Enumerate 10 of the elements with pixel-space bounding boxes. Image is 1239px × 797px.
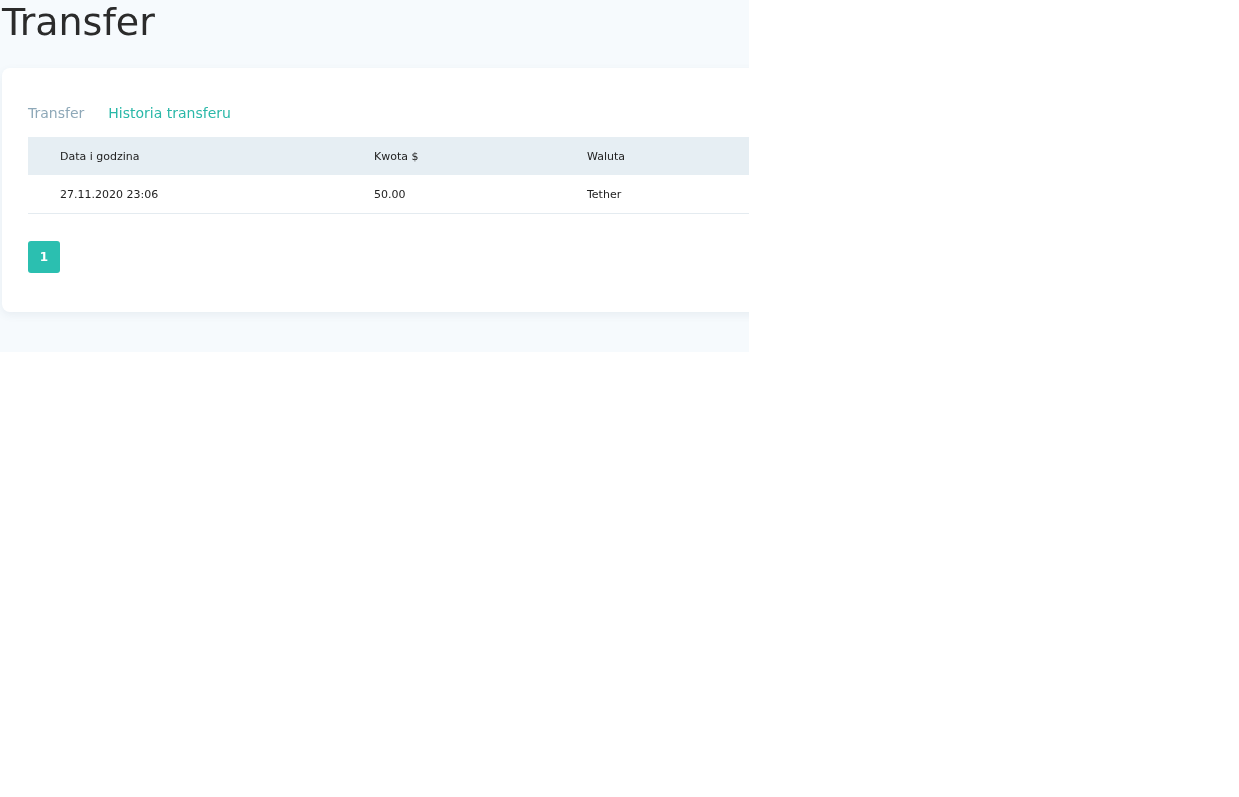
table-cell: Tether — [587, 175, 749, 214]
table-cell: 50.00 — [374, 175, 587, 214]
column-header: Kwota $ — [374, 137, 587, 175]
column-header: Waluta — [587, 137, 749, 175]
tab[interactable]: Transfer — [28, 102, 85, 124]
page-title: Transfer — [1, 0, 156, 46]
page-button[interactable]: 1 — [28, 241, 60, 273]
tab[interactable]: Historia transferu — [108, 102, 231, 124]
table-cell: 27.11.2020 23:06 — [28, 175, 374, 214]
column-header: Data i godzina — [28, 137, 374, 175]
